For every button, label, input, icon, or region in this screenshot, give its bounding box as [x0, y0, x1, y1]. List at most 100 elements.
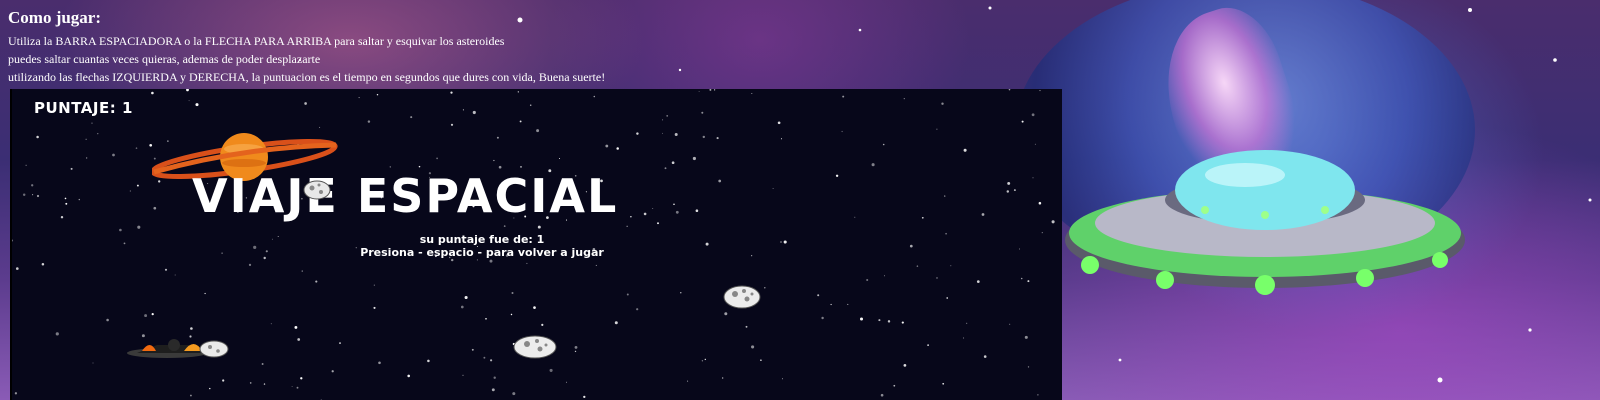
star [389, 166, 391, 168]
star [662, 119, 664, 121]
star [186, 89, 189, 92]
star [941, 102, 944, 105]
game-title: VIAJE ESPACIAL [192, 169, 619, 223]
star [301, 270, 303, 272]
star [760, 359, 762, 362]
star [724, 312, 728, 316]
star [358, 97, 360, 99]
star [1007, 181, 1011, 185]
star [595, 264, 597, 266]
star [491, 388, 495, 392]
star [605, 144, 609, 148]
star [1037, 394, 1039, 396]
star [565, 381, 568, 383]
star [65, 202, 68, 205]
star [520, 166, 522, 168]
star [1021, 120, 1024, 123]
star [55, 332, 59, 336]
instructions-panel: Como jugar: Utiliza la BARRA ESPACIADORA… [8, 4, 605, 86]
star [636, 308, 639, 311]
star [636, 132, 639, 135]
star [1027, 280, 1030, 283]
star [31, 184, 34, 187]
star [407, 374, 411, 378]
star [270, 323, 272, 325]
star [209, 387, 211, 390]
star [701, 111, 704, 114]
restart-hint: Presiona - espacio - para volver a jugar [360, 246, 604, 259]
star [153, 206, 157, 210]
star [777, 121, 781, 125]
star [675, 210, 679, 214]
star [476, 259, 478, 261]
star [32, 194, 34, 196]
star [1009, 323, 1011, 325]
star [981, 213, 985, 216]
star [782, 378, 783, 380]
star [963, 337, 965, 339]
star [751, 345, 755, 349]
spaceship-icon[interactable] [122, 333, 232, 363]
star [541, 323, 544, 326]
star [1019, 248, 1020, 250]
star [718, 179, 722, 183]
star [835, 174, 839, 177]
star [921, 216, 924, 219]
star [860, 317, 863, 321]
star [558, 157, 561, 160]
star [652, 208, 654, 209]
star [485, 317, 487, 320]
asteroid-icon [513, 335, 557, 359]
star [60, 215, 64, 219]
star [976, 280, 980, 283]
star [713, 89, 716, 91]
star [537, 225, 541, 229]
star [112, 153, 115, 157]
asteroid-icon [303, 180, 331, 200]
star [294, 325, 298, 329]
star [666, 115, 669, 117]
star [698, 90, 700, 92]
star [517, 91, 519, 93]
star [297, 338, 301, 341]
star [373, 306, 376, 309]
star [614, 321, 618, 325]
star [462, 109, 464, 111]
game-canvas[interactable]: PUNTAJE: 1 VIAJE ESPACIAL su puntaje fue… [10, 89, 1062, 400]
final-score-text: su puntaje fue de: 1 [419, 233, 545, 246]
star [25, 164, 27, 166]
star [842, 95, 845, 98]
star [263, 383, 266, 385]
star [946, 297, 949, 299]
star [536, 129, 540, 133]
star [709, 89, 712, 91]
star [135, 147, 138, 149]
star [887, 320, 891, 323]
star [695, 209, 699, 212]
star [664, 167, 667, 170]
star [854, 216, 856, 218]
star [526, 262, 528, 264]
star [189, 394, 192, 397]
star [704, 358, 706, 361]
star [1013, 189, 1016, 192]
star [903, 364, 907, 367]
star [450, 91, 453, 94]
star [963, 148, 967, 152]
star [378, 361, 381, 365]
star [511, 291, 514, 295]
star [493, 159, 495, 162]
star [106, 318, 109, 322]
star [549, 368, 553, 372]
star [188, 100, 190, 102]
star [1041, 232, 1043, 234]
star [493, 376, 496, 379]
star [137, 225, 141, 229]
star [936, 277, 938, 279]
star [41, 263, 45, 266]
instructions-line-1: Utiliza la BARRA ESPACIADORA o la FLECHA… [8, 34, 505, 48]
star [630, 216, 632, 218]
star [657, 222, 659, 225]
star [983, 355, 987, 358]
star [583, 395, 586, 399]
